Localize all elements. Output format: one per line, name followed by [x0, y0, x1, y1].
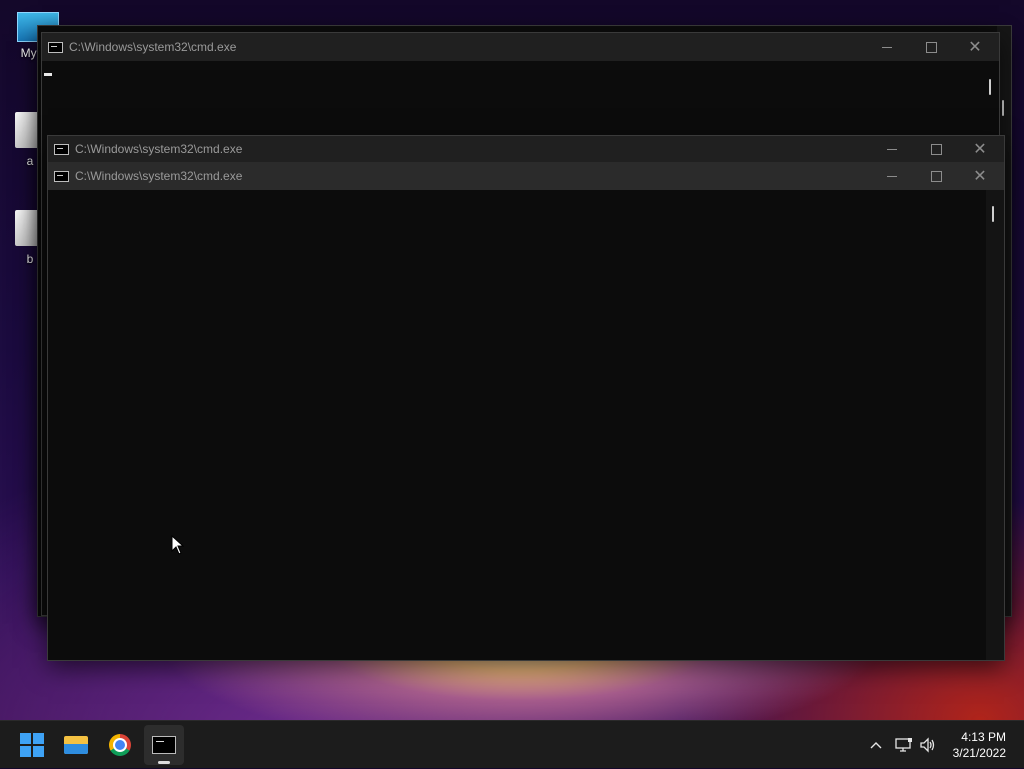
maximize-icon: [930, 143, 942, 155]
close-button[interactable]: ✕: [953, 33, 997, 61]
close-icon: ✕: [973, 168, 987, 185]
minimize-button[interactable]: [870, 162, 914, 190]
window-title: C:\Windows\system32\cmd.exe: [75, 142, 243, 156]
minimize-button[interactable]: [870, 136, 914, 162]
show-hidden-icons-button[interactable]: [864, 721, 888, 769]
scrollbar[interactable]: [986, 190, 1004, 660]
clock[interactable]: 4:13 PM 3/21/2022: [953, 729, 1006, 761]
close-icon: ✕: [968, 39, 982, 56]
scrollbar-thumb[interactable]: [992, 206, 994, 222]
cmd-window-front[interactable]: C:\Windows\system32\cmd.exe ✕ C:\Windows…: [48, 136, 1004, 660]
maximize-icon: [925, 41, 937, 53]
chrome-icon: [109, 734, 131, 756]
maximize-icon: [930, 170, 942, 182]
network-button[interactable]: [892, 721, 916, 769]
close-icon: ✕: [973, 141, 987, 158]
active-indicator: [158, 761, 170, 764]
terminal-icon: [152, 736, 176, 754]
cmd-icon: [48, 41, 63, 53]
volume-button[interactable]: [916, 721, 940, 769]
minimize-button[interactable]: [865, 33, 909, 61]
title-bar[interactable]: C:\Windows\system32\cmd.exe ✕: [48, 162, 1004, 190]
title-bar-secondary[interactable]: C:\Windows\system32\cmd.exe ✕: [48, 136, 1004, 162]
window-title: C:\Windows\system32\cmd.exe: [69, 40, 237, 54]
speaker-icon: [920, 737, 935, 753]
taskbar-file-explorer[interactable]: [56, 725, 96, 765]
cmd-icon: [54, 170, 69, 182]
minimize-icon: [887, 175, 897, 177]
clock-date: 3/21/2022: [952, 746, 1006, 760]
taskbar: 4:13 PM 3/21/2022: [0, 720, 1024, 768]
window-title: C:\Windows\system32\cmd.exe: [75, 169, 243, 183]
windows-logo-icon: [20, 733, 44, 757]
scrollbar-thumb[interactable]: [1002, 100, 1004, 116]
scrollbar-thumb[interactable]: [989, 79, 991, 95]
network-icon: [895, 738, 912, 752]
text-cursor: [44, 73, 52, 76]
minimize-icon: [887, 148, 897, 150]
taskbar-command-prompt[interactable]: [144, 725, 184, 765]
maximize-button[interactable]: [914, 162, 958, 190]
cmd-icon: [54, 143, 69, 155]
close-button[interactable]: ✕: [958, 162, 1002, 190]
clock-time: 4:13 PM: [961, 730, 1006, 744]
folder-icon: [64, 736, 88, 754]
minimize-icon: [882, 46, 892, 48]
title-bar[interactable]: C:\Windows\system32\cmd.exe ✕: [42, 33, 999, 61]
maximize-button[interactable]: [914, 136, 958, 162]
chevron-up-icon: [870, 742, 882, 749]
maximize-button[interactable]: [909, 33, 953, 61]
taskbar-chrome[interactable]: [100, 725, 140, 765]
close-button[interactable]: ✕: [958, 136, 1002, 162]
start-button[interactable]: [12, 725, 52, 765]
mouse-pointer-icon: [171, 535, 185, 555]
console-area[interactable]: [48, 190, 1004, 660]
